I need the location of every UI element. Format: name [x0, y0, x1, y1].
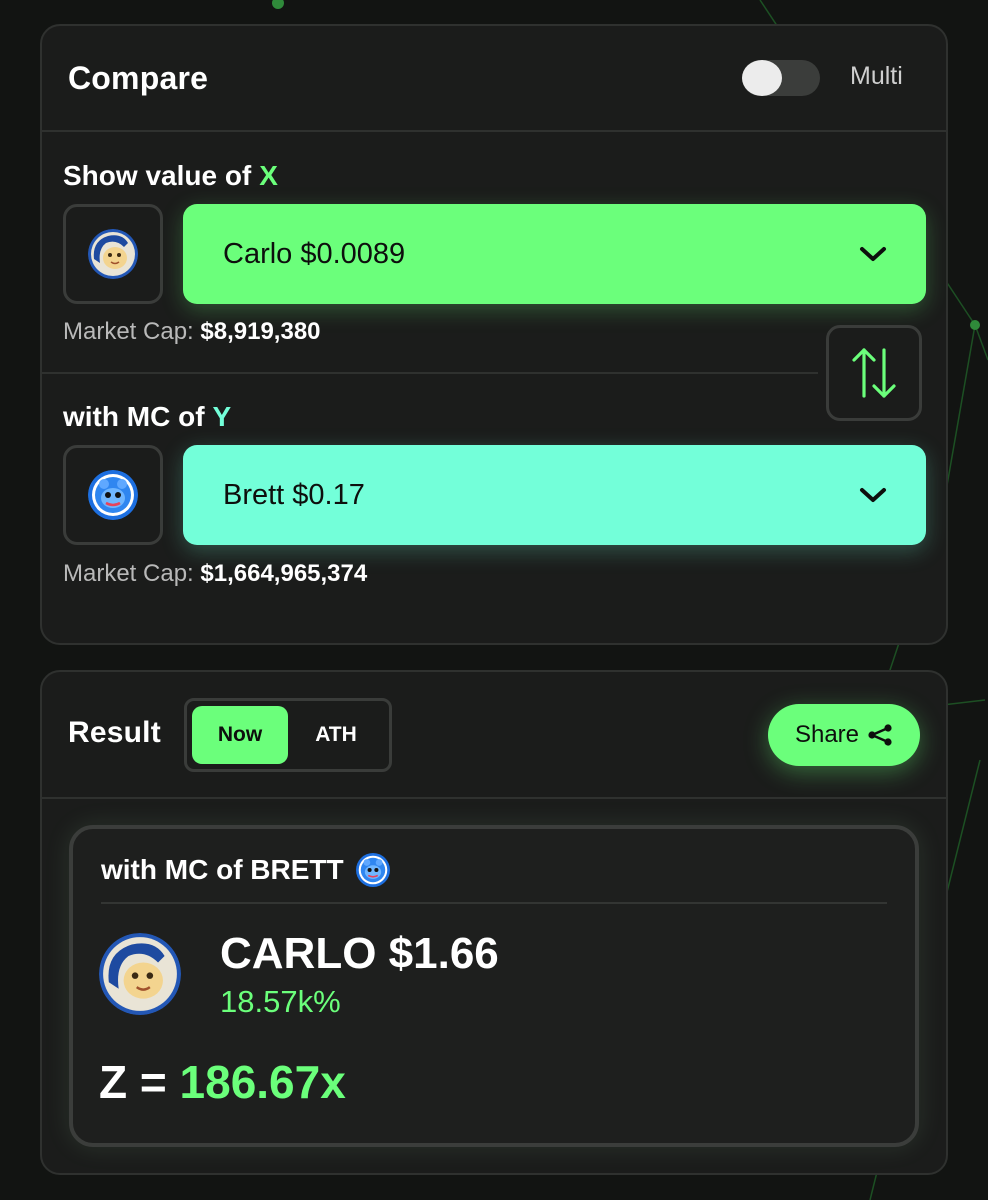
y-market-cap: Market Cap: $1,664,965,374	[63, 560, 367, 588]
result-multiplier: Z = 186.67x	[99, 1055, 346, 1109]
result-card-title-text: with MC of BRETT	[101, 854, 344, 885]
result-card: Result Now ATH Share with MC of BRETT CA…	[40, 670, 948, 1175]
share-icon	[868, 724, 892, 746]
x-market-cap-value: $8,919,380	[200, 318, 321, 345]
result-title: Result	[68, 716, 161, 749]
result-mode-segmented-control: Now ATH	[184, 698, 392, 772]
x-token-avatar-box[interactable]	[63, 204, 163, 304]
x-variable: X	[259, 160, 278, 191]
z-label: Z =	[99, 1056, 167, 1108]
compare-title: Compare	[68, 60, 209, 96]
share-button[interactable]: Share	[768, 704, 920, 766]
x-token-selected: Carlo $0.0089	[223, 237, 406, 270]
section-divider	[42, 372, 818, 374]
tab-now[interactable]: Now	[192, 706, 288, 764]
brett-avatar-icon	[355, 853, 390, 887]
x-market-cap-label: Market Cap:	[63, 318, 194, 345]
swap-button[interactable]	[826, 325, 922, 421]
result-price: CARLO $1.66	[220, 929, 499, 978]
chevron-down-icon	[860, 247, 886, 261]
tab-ath[interactable]: ATH	[288, 706, 384, 764]
compare-card: Compare Multi Show value of X Carlo $0.00…	[40, 24, 948, 645]
result-card-divider	[101, 902, 887, 904]
y-token-select[interactable]: Brett $0.17	[183, 445, 926, 545]
y-section-label: with MC of Y	[63, 401, 231, 433]
y-market-cap-value: $1,664,965,374	[200, 560, 368, 587]
brett-avatar-icon	[88, 470, 138, 520]
y-variable: Y	[212, 401, 232, 432]
carlo-avatar-icon	[88, 229, 138, 279]
multi-label: Multi	[850, 62, 903, 90]
x-token-select[interactable]: Carlo $0.0089	[183, 204, 926, 304]
y-market-cap-label: Market Cap:	[63, 560, 194, 587]
x-label-text: Show value of	[63, 160, 252, 191]
header-divider	[42, 130, 946, 132]
result-header-divider	[42, 797, 946, 799]
y-token-selected: Brett $0.17	[223, 478, 365, 511]
z-value: 186.67x	[179, 1056, 346, 1108]
share-label: Share	[794, 721, 860, 748]
result-summary-card: with MC of BRETT CARLO $1.66 18.57k% Z =…	[69, 825, 919, 1147]
chevron-down-icon	[860, 488, 886, 502]
result-card-title: with MC of BRETT	[101, 853, 390, 887]
x-section-label: Show value of X	[63, 160, 278, 192]
y-label-text: with MC of	[63, 401, 205, 432]
result-percent-change: 18.57k%	[220, 984, 341, 1019]
toggle-knob	[742, 60, 782, 96]
y-token-avatar-box[interactable]	[63, 445, 163, 545]
swap-vertical-icon	[852, 348, 896, 398]
carlo-avatar-icon	[99, 933, 181, 1015]
x-market-cap: Market Cap: $8,919,380	[63, 318, 321, 346]
multi-toggle[interactable]	[742, 60, 820, 96]
